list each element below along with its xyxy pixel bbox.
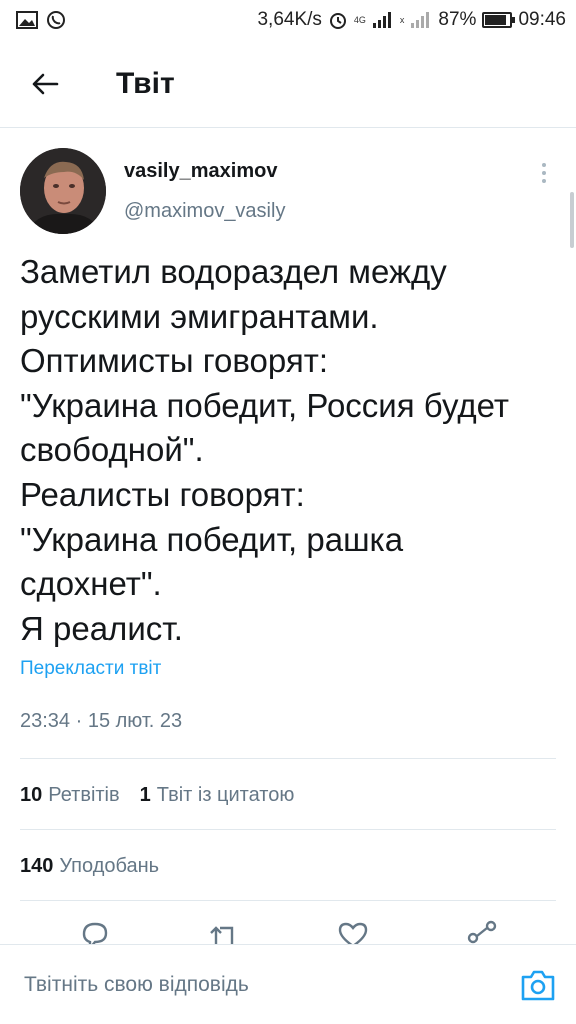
more-options-button[interactable]: [532, 158, 556, 188]
likes-stats-row: 140 Уподобань: [20, 831, 159, 901]
likes-count: 140: [20, 854, 54, 877]
like-button[interactable]: [333, 918, 373, 944]
avatar-photo: [20, 148, 106, 234]
tweet-text-line: Реалисты говорят:: [20, 475, 305, 513]
divider: [20, 829, 556, 830]
tweet-text: Заметил водораздел между русскими эмигра…: [20, 250, 560, 651]
alarm-icon: [329, 13, 346, 29]
back-button[interactable]: [0, 40, 90, 128]
battery-percent: 87%: [438, 9, 477, 30]
more-icon-dot: [542, 163, 546, 167]
more-icon-dot: [542, 171, 546, 175]
share-button[interactable]: [462, 918, 502, 944]
retweet-button[interactable]: [204, 918, 244, 944]
network-speed: 3,64K/s: [257, 9, 322, 30]
reply-button[interactable]: [75, 918, 115, 944]
retweets-stat[interactable]: 10 Ретвітів: [20, 784, 120, 807]
likes-stat[interactable]: 140 Уподобань: [20, 855, 159, 878]
retweets-count: 10: [20, 783, 43, 806]
quotes-label: Твіт із цитатою: [156, 783, 295, 806]
author-handle[interactable]: @maximov_vasily: [124, 200, 285, 223]
tweet-actions: [0, 918, 576, 944]
share-icon: [467, 920, 496, 944]
translate-tweet-link[interactable]: Перекласти твіт: [20, 658, 161, 680]
header: Твіт: [0, 40, 576, 128]
signal-icon: [372, 12, 391, 28]
scrollbar[interactable]: [570, 192, 574, 248]
clock: 09:46: [518, 9, 566, 30]
retweet-stats-row: 10 Ретвітів 1 Твіт із цитатою: [20, 760, 294, 830]
quotes-count: 1: [139, 783, 151, 806]
status-right: 3,64K/s 4G x 87% 09:46: [257, 9, 566, 31]
viber-notification-icon: [47, 11, 65, 29]
tweet-text-line: "Украина победит, Россия будет: [20, 386, 509, 424]
tweet-timestamp: 23:34 · 15 лют. 23: [20, 710, 183, 732]
status-bar: 3,64K/s 4G x 87% 09:46: [0, 0, 576, 40]
network-type: 4G: [353, 15, 366, 25]
more-icon-dot: [542, 179, 546, 183]
tweet-text-line: Заметил водораздел между: [20, 253, 447, 290]
quotes-stat[interactable]: 1 Твіт із цитатою: [140, 784, 295, 807]
tweet-text-line: сдохнет".: [20, 565, 162, 603]
reply-icon: [82, 922, 107, 944]
camera-button[interactable]: [518, 965, 558, 1005]
author-name[interactable]: vasily_maximov: [124, 160, 277, 183]
battery-fill: [485, 15, 507, 25]
tweet-text-line: Оптимисты говорят:: [20, 342, 329, 380]
likes-label: Уподобань: [59, 854, 160, 877]
back-arrow-icon: [32, 73, 59, 94]
battery-icon: [482, 12, 516, 28]
divider: [20, 758, 556, 759]
avatar[interactable]: [20, 148, 106, 234]
retweet-icon: [209, 926, 233, 944]
retweets-label: Ретвітів: [48, 783, 120, 806]
gallery-notification-icon: [16, 11, 38, 29]
reply-input[interactable]: Твітніть свою відповідь: [24, 973, 249, 997]
tweet-text-line: русскими эмигрантами.: [20, 297, 379, 335]
signal-2-icon: [411, 12, 430, 28]
divider: [20, 900, 556, 901]
tweet-text-line: "Украина победит, рашка: [20, 520, 404, 558]
sim2-status: x: [399, 15, 405, 25]
status-left: [16, 10, 66, 30]
reply-bar: Твітніть свою відповідь: [0, 944, 576, 1024]
like-icon: [338, 922, 367, 944]
camera-icon: [521, 970, 555, 1001]
tweet-text-line: Я реалист.: [20, 609, 183, 647]
page-title: Твіт: [116, 66, 175, 100]
tweet-text-line: свободной".: [20, 431, 204, 469]
